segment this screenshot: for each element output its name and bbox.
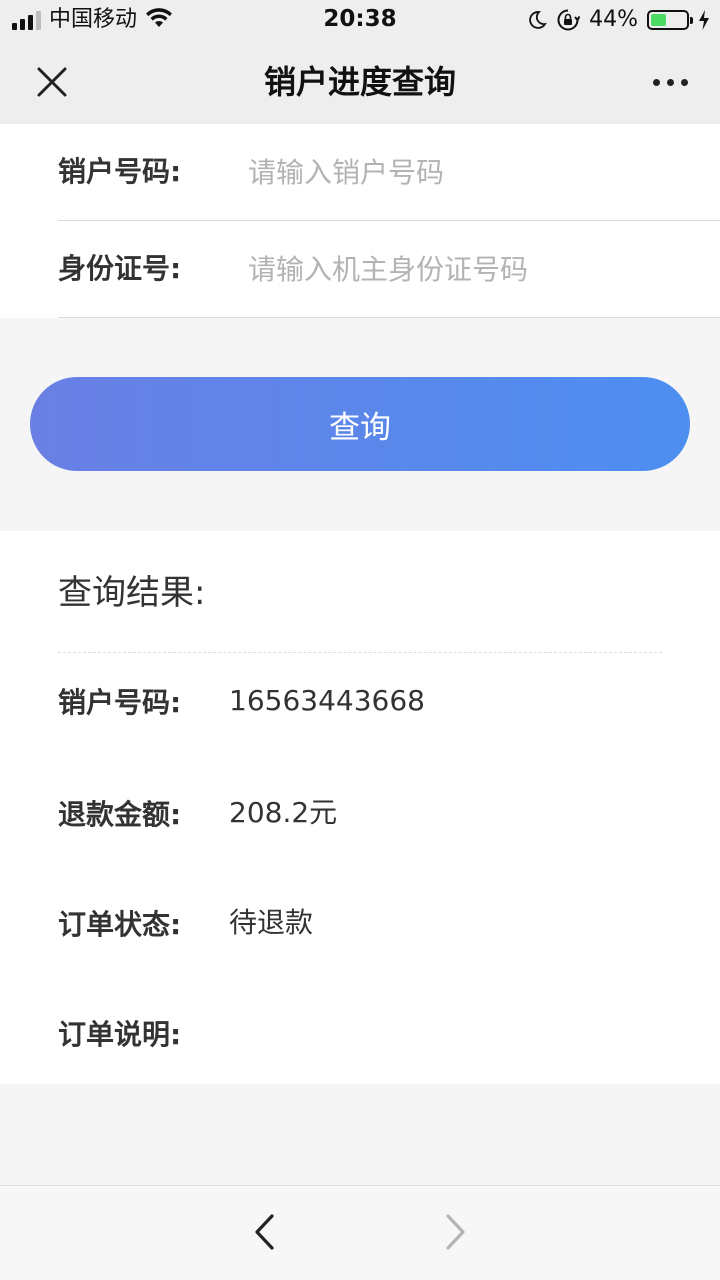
result-title: 查询结果: [58, 573, 206, 613]
status-right: 44% [527, 6, 710, 34]
bottom-toolbar [0, 1185, 720, 1280]
nav-bar: 销户进度查询 [0, 40, 720, 124]
forward-button [432, 1208, 480, 1256]
more-button[interactable] [646, 64, 694, 100]
screen: 中国移动 20:38 44% 销户进度查询 销户号码: 请输入销户号码 身份证号… [0, 0, 720, 1280]
query-button[interactable]: 查询 [30, 377, 690, 471]
moon-icon [527, 10, 547, 30]
battery-percent: 44% [589, 7, 638, 32]
query-form: 销户号码: 身份证号: [0, 124, 720, 318]
close-button[interactable] [28, 58, 76, 106]
page-title: 销户进度查询 [263, 63, 456, 101]
result-label: 订单说明: [58, 1018, 182, 1051]
account-number-label: 销户号码: [58, 155, 182, 188]
result-label: 订单状态: [58, 908, 182, 941]
rotation-lock-icon [556, 8, 581, 32]
back-button[interactable] [240, 1208, 288, 1256]
status-bar: 中国移动 20:38 44% [0, 0, 720, 40]
more-icon [652, 78, 660, 86]
id-card-label: 身份证号: [58, 252, 182, 285]
battery-fill [651, 14, 666, 26]
result-value: 208.2元 [229, 796, 338, 829]
result-row-account: 销户号码: 16563443668 [58, 679, 680, 727]
result-value: 16563443668 [229, 684, 425, 717]
result-divider [58, 652, 662, 653]
id-card-row: 身份证号: [58, 221, 720, 318]
result-row-order-description: 订单说明: [58, 1011, 680, 1059]
chevron-right-icon [446, 1214, 465, 1250]
close-icon [37, 67, 67, 97]
result-label: 销户号码: [58, 686, 182, 719]
charging-icon [698, 9, 710, 31]
account-number-input[interactable] [248, 146, 698, 198]
result-row-order-status: 订单状态: 待退款 [58, 901, 680, 949]
result-label: 退款金额: [58, 798, 182, 831]
result-value: 待退款 [229, 906, 314, 939]
id-card-input[interactable] [248, 243, 698, 295]
account-number-row: 销户号码: [58, 124, 720, 221]
result-row-refund-amount: 退款金额: 208.2元 [58, 791, 680, 839]
battery-icon [647, 10, 693, 30]
query-result-panel: 查询结果: 销户号码: 16563443668 退款金额: 208.2元 订单状… [0, 531, 720, 1084]
chevron-left-icon [255, 1214, 274, 1250]
